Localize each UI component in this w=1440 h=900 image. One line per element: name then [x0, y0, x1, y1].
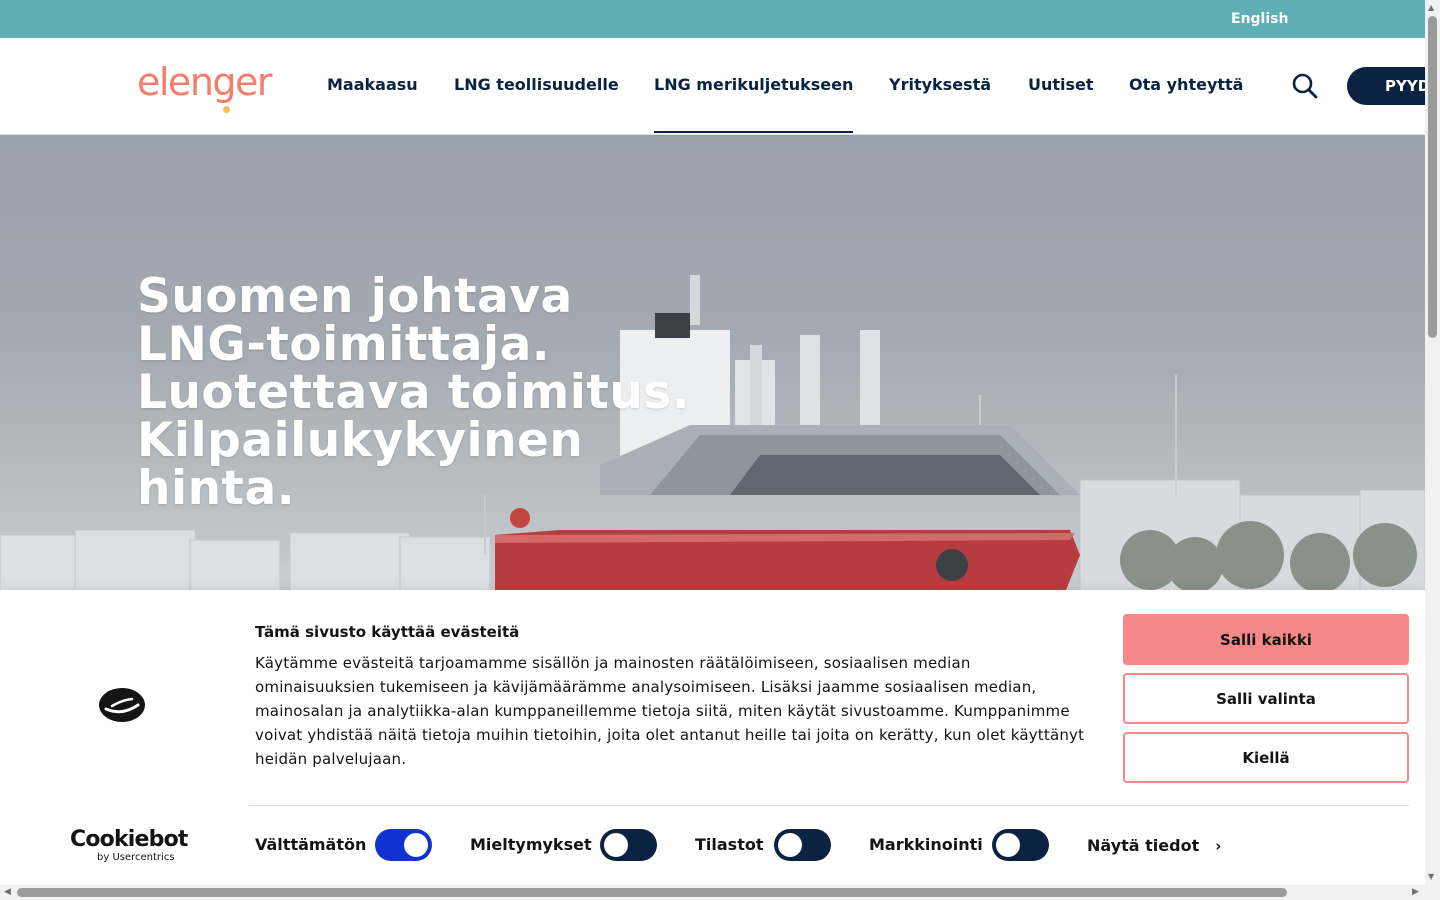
- scroll-down-arrow-icon[interactable]: ▼: [1428, 872, 1434, 881]
- toggle-knob: [996, 833, 1020, 857]
- toggle-label-necessary: Välttämätön: [255, 835, 367, 854]
- horizontal-scrollbar-thumb[interactable]: [17, 888, 1287, 897]
- allow-all-button[interactable]: Salli kaikki: [1123, 614, 1409, 665]
- toggle-label-marketing: Markkinointi: [869, 835, 983, 854]
- scroll-up-arrow-icon[interactable]: ▲: [1428, 3, 1434, 12]
- cookie-description: Käytämme evästeitä tarjoamamme sisällön …: [255, 654, 1085, 768]
- deny-button[interactable]: Kiellä: [1123, 732, 1409, 783]
- scroll-left-arrow-icon[interactable]: ◀: [4, 887, 11, 897]
- nav-item-uutiset[interactable]: Uutiset: [1028, 38, 1094, 134]
- cookie-divider: [249, 805, 1409, 806]
- nav-item-maakaasu[interactable]: Maakaasu: [327, 38, 418, 134]
- cookiebot-wordmark: Cookiebot: [70, 827, 188, 852]
- hero-headline-line-1: Suomen johtava: [137, 269, 573, 324]
- cookie-consent-banner: Tämä sivusto käyttää evästeitä Käytämme …: [0, 590, 1425, 900]
- cookie-title: Tämä sivusto käyttää evästeitä: [255, 623, 520, 641]
- search-icon[interactable]: [1291, 72, 1319, 100]
- cookiebot-logo: Cookiebot by Usercentrics: [70, 828, 190, 864]
- nav-item-lng-merikuljetukseen[interactable]: LNG merikuljetukseen: [654, 38, 854, 134]
- top-bar: English: [0, 0, 1425, 38]
- chevron-right-icon: ›: [1215, 837, 1222, 855]
- hero-banner: Suomen johtava LNG-toimittaja. Luotettav…: [0, 135, 1425, 590]
- nav-item-yrityksesta[interactable]: Yrityksestä: [889, 38, 991, 134]
- vertical-scrollbar[interactable]: ▲ ▼: [1425, 0, 1440, 900]
- hero-headline: Suomen johtava LNG-toimittaja. Luotettav…: [137, 273, 757, 513]
- request-offer-button[interactable]: PYYD: [1347, 67, 1425, 105]
- nav-item-lng-teollisuudelle[interactable]: LNG teollisuudelle: [454, 38, 619, 134]
- allow-selection-button[interactable]: Salli valinta: [1123, 673, 1409, 724]
- toggle-knob: [604, 833, 628, 857]
- elenger-logo[interactable]: elenger: [137, 60, 277, 118]
- toggle-marketing[interactable]: [992, 829, 1049, 861]
- toggle-statistics[interactable]: [774, 829, 831, 861]
- toggle-label-statistics: Tilastot: [695, 835, 764, 854]
- logo-dot: [223, 106, 230, 113]
- horizontal-scrollbar[interactable]: ◀ ▶: [0, 885, 1425, 900]
- toggle-knob: [404, 833, 428, 857]
- hero-headline-line-3: Luotettava toimitus.: [137, 365, 691, 420]
- logo-wordmark: elenger: [137, 60, 273, 104]
- scroll-right-arrow-icon[interactable]: ▶: [1412, 887, 1419, 897]
- cookiebot-byline: by Usercentrics: [97, 852, 175, 863]
- hero-headline-line-5: hinta.: [137, 461, 296, 516]
- cookie-icon: [98, 688, 146, 726]
- toggle-knob: [778, 833, 802, 857]
- hero-headline-line-4: Kilpailukykyinen: [137, 413, 584, 468]
- toggle-label-preferences: Mieltymykset: [470, 835, 592, 854]
- toggle-necessary[interactable]: [375, 829, 432, 861]
- toggle-preferences[interactable]: [600, 829, 657, 861]
- hero-headline-line-2: LNG-toimittaja.: [137, 317, 551, 372]
- site-header: elenger Maakaasu LNG teollisuudelle LNG …: [0, 38, 1425, 135]
- show-details-label: Näytä tiedot: [1087, 836, 1200, 855]
- vertical-scrollbar-thumb[interactable]: [1428, 16, 1437, 338]
- nav-item-ota-yhteytta[interactable]: Ota yhteyttä: [1129, 38, 1243, 134]
- language-switch-english[interactable]: English: [1231, 11, 1288, 27]
- show-details-link[interactable]: Näytä tiedot ›: [1087, 836, 1221, 855]
